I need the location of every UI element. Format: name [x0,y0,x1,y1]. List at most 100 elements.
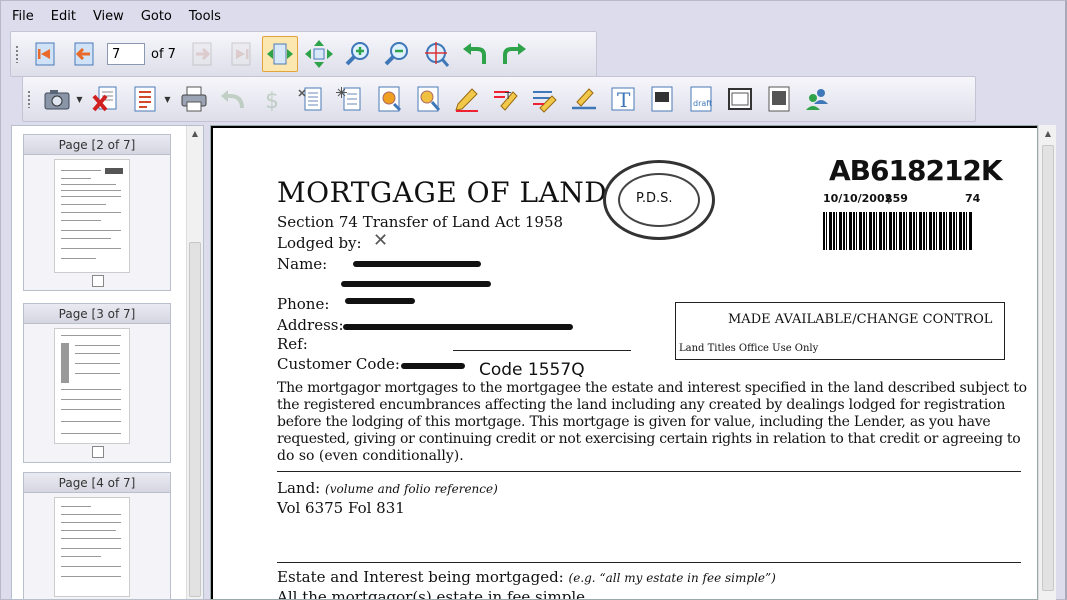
thumbnail-pane[interactable]: Page [2 of 7] Page [3 of 7] Page [4 of 7… [11,125,204,600]
document-title: MORTGAGE OF LAND [277,176,608,209]
mortgage-paragraph: The mortgagor mortgages to the mortgagee… [277,380,1027,464]
zoom-out-icon [384,42,408,66]
underline-button[interactable] [566,81,602,117]
customer-code-value: Code 1557Q [479,360,585,380]
form-button[interactable] [761,81,797,117]
redaction-mark [341,281,491,287]
svg-text:T: T [617,88,631,112]
menu-tools[interactable]: Tools [183,7,227,26]
redaction-mark [343,324,573,330]
lodged-by-label: Lodged by: [277,234,362,252]
text-markup-button[interactable]: T [488,81,524,117]
snapshot-button[interactable] [39,81,75,117]
last-page-button[interactable] [223,36,259,72]
stamp-text: P.D.S. [636,191,673,206]
rectangle-fill-button[interactable] [644,81,680,117]
signature-mark: ✕ [373,230,389,251]
thumbnail-label: Page [2 of 7] [24,135,170,155]
rectangle-fill-icon [651,86,673,112]
address-label: Address: [277,316,344,334]
thumbnail-page-2[interactable]: Page [2 of 7] [23,134,171,291]
note-button[interactable] [722,81,758,117]
redaction-mark [345,298,415,304]
properties-button[interactable] [127,81,163,117]
thumbnail-image [54,497,130,597]
svg-text:T: T [504,91,512,102]
zoom-target-button[interactable] [418,36,454,72]
menu-view[interactable]: View [87,7,130,26]
menu-goto[interactable]: Goto [135,7,178,26]
properties-dropdown[interactable]: ▼ [163,95,172,104]
image-capture-button[interactable] [371,81,407,117]
undo-button[interactable] [215,81,251,117]
page-number-input[interactable] [107,43,145,65]
fit-width-button[interactable] [261,36,298,72]
scroll-up-arrow[interactable]: ▲ [1041,129,1055,138]
users-button[interactable] [800,81,836,117]
fit-width-icon [266,43,293,65]
toolbar-grip[interactable] [15,45,19,63]
snapshot-dropdown[interactable]: ▼ [75,95,84,104]
zoom-in-icon [345,42,369,66]
zoom-in-button[interactable] [340,36,376,72]
previous-page-icon [74,42,94,66]
document-number: AB618212K [829,154,1003,187]
tools-toolbar: ▼ ▼ $ T T draft [22,76,976,122]
zoom-out-button[interactable] [379,36,415,72]
document-viewer[interactable]: MORTGAGE OF LAND Section 74 Transfer of … [210,125,1038,600]
scroll-thumb[interactable] [1042,145,1054,591]
rotate-left-button[interactable] [457,36,493,72]
redact-button[interactable] [332,81,368,117]
document-scrollbar[interactable]: ▲ [1038,125,1056,600]
redo-button[interactable]: $ [254,81,290,117]
barcode-image [823,212,973,250]
thumbnail-page-3[interactable]: Page [3 of 7] [23,303,171,463]
undo-icon [221,90,244,109]
next-page-icon [192,42,212,66]
menu-file[interactable]: File [6,7,40,26]
redact-icon [336,87,361,111]
estate-label: Estate and Interest being mortgaged: (e.… [277,568,776,586]
svg-text:$: $ [265,89,279,114]
land-label: Land: (volume and folio reference) [277,479,498,497]
rotate-right-button[interactable] [496,36,532,72]
thumbnail-checkbox[interactable] [92,446,104,458]
scroll-up-arrow[interactable]: ▲ [188,129,202,138]
delete-page-button[interactable] [88,81,124,117]
highlight-button[interactable] [449,81,485,117]
properties-icon [134,86,156,112]
thumbnail-page-4[interactable]: Page [4 of 7] [23,472,171,600]
menu-edit[interactable]: Edit [45,7,82,26]
strikeout-button[interactable] [527,81,563,117]
fit-page-button[interactable] [301,36,337,72]
previous-page-button[interactable] [66,36,102,72]
customer-code-label: Customer Code: [277,355,400,373]
thumbnail-image [54,159,130,273]
typewriter-button[interactable]: T [605,81,641,117]
office-box-subtitle: Land Titles Office Use Only [679,343,819,354]
image-zoom-button[interactable] [410,81,446,117]
text-markup-icon: T [494,91,518,111]
delete-page-icon [92,86,117,112]
toolbar-grip[interactable] [27,90,31,108]
last-page-icon [231,42,251,66]
thumbnail-image [54,328,130,444]
select-text-button[interactable] [293,81,329,117]
scroll-thumb[interactable] [189,242,201,597]
next-page-button[interactable] [184,36,220,72]
thumbnail-checkbox[interactable] [92,275,104,287]
first-page-button[interactable] [27,36,63,72]
strikeout-icon [533,91,557,113]
thumbnail-scrollbar[interactable]: ▲ [186,126,203,599]
navigation-toolbar: of 7 [10,31,597,77]
typewriter-icon: T [611,87,635,112]
print-button[interactable] [176,81,212,117]
office-box-title: MADE AVAILABLE/CHANGE CONTROL [728,312,993,327]
first-page-icon [35,42,55,66]
rotate-left-icon [462,43,486,64]
draft-stamp-button[interactable]: draft [683,81,719,117]
print-icon [181,86,207,112]
ref-label: Ref: [277,335,308,353]
fit-page-icon [304,40,333,68]
estate-value: All the mortgagor(s) estate in fee simpl… [277,588,586,600]
